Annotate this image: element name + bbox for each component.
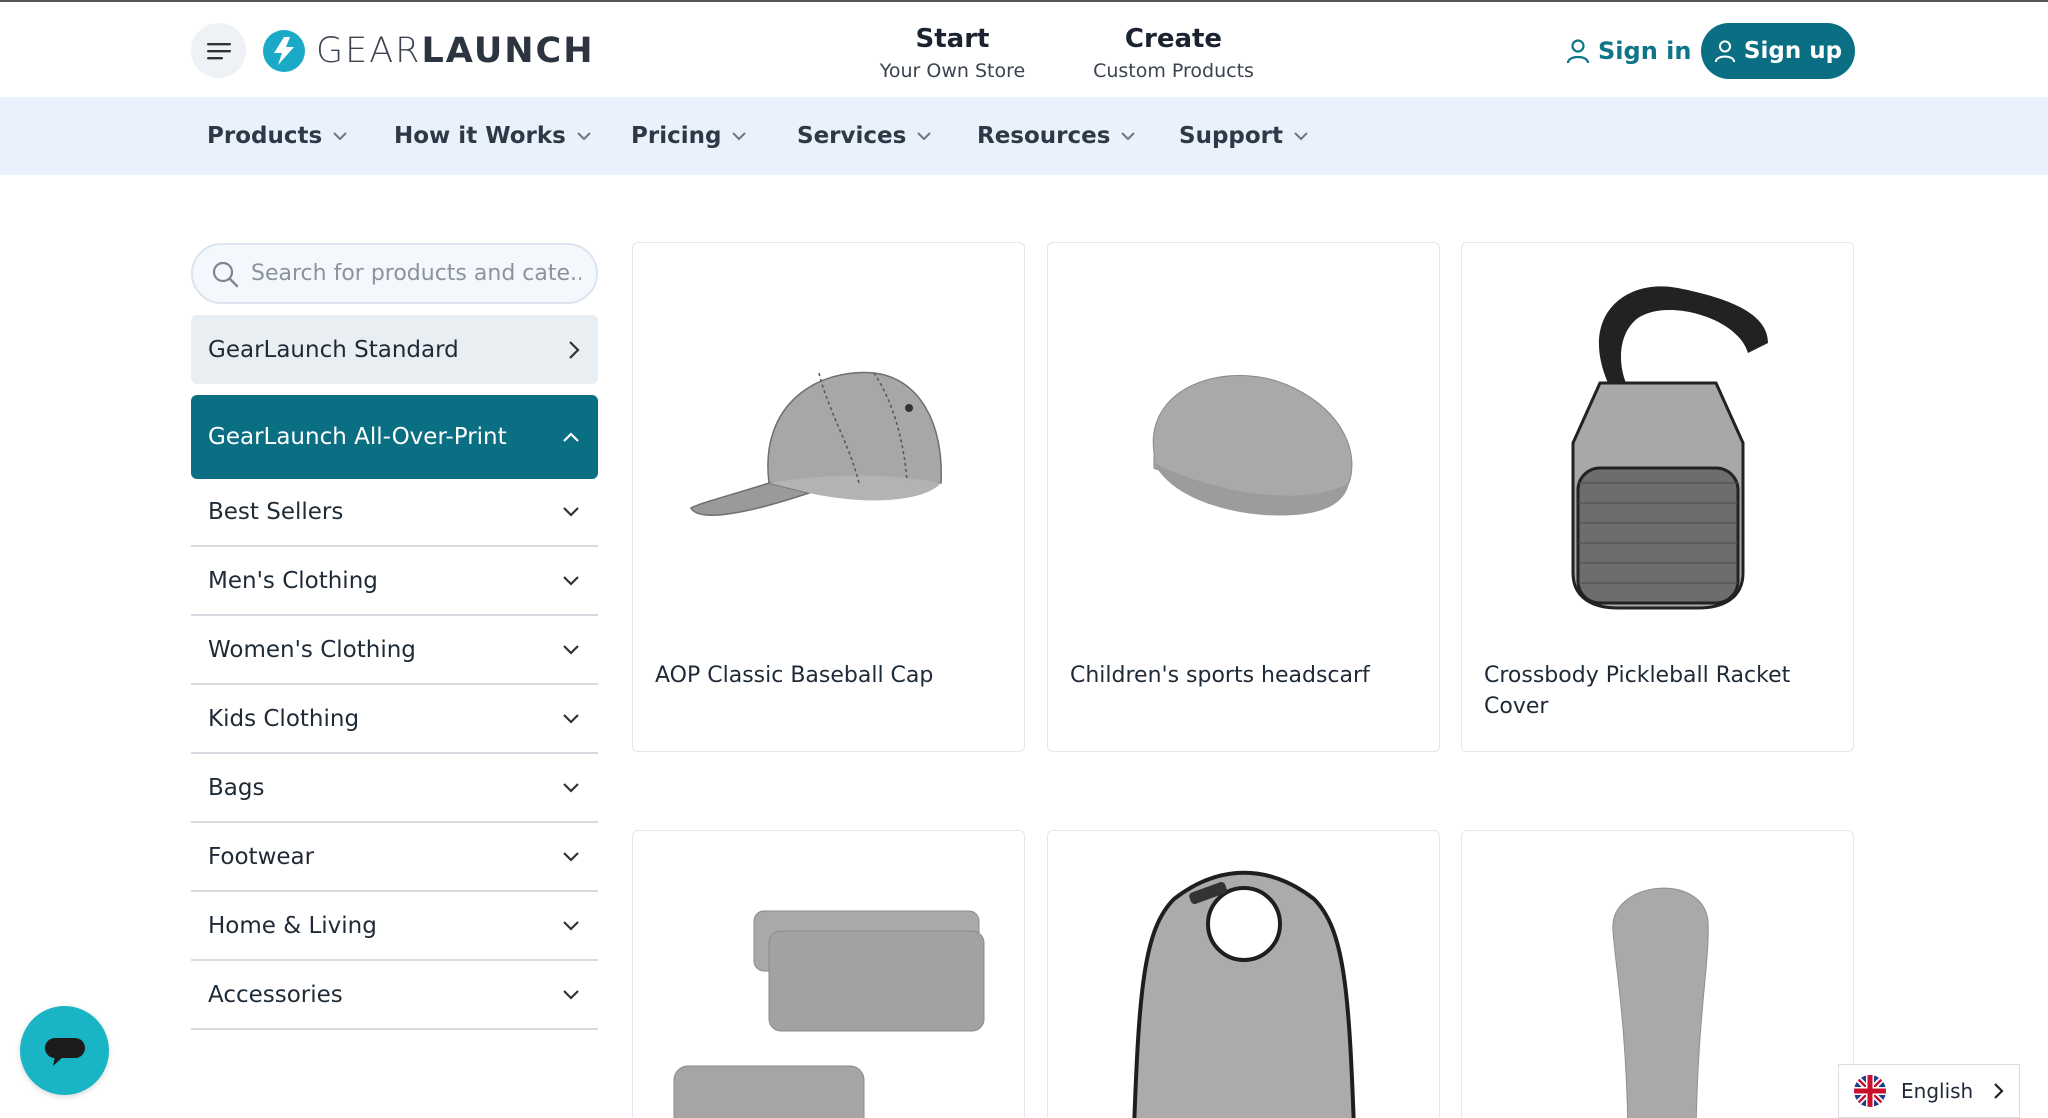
- logo-text-bold: LAUNCH: [421, 31, 595, 71]
- category-footwear[interactable]: Footwear: [191, 823, 598, 892]
- category-best-sellers[interactable]: Best Sellers: [191, 478, 598, 547]
- product-card[interactable]: [1047, 830, 1440, 1118]
- standard-label: GearLaunch Standard: [208, 336, 459, 363]
- nav-services[interactable]: Services: [797, 97, 932, 175]
- category-label: Footwear: [208, 843, 315, 870]
- gearlaunch-logo-icon: [263, 30, 305, 72]
- chat-button[interactable]: [20, 1006, 109, 1095]
- racket-cover-image: [1462, 243, 1853, 643]
- uk-flag-icon: [1854, 1075, 1886, 1107]
- gearlaunch-aop-toggle[interactable]: GearLaunch All-Over-Print: [191, 395, 598, 479]
- category-label: Men's Clothing: [208, 567, 378, 594]
- category-womens-clothing[interactable]: Women's Clothing: [191, 616, 598, 685]
- baseball-cap-image: [633, 243, 1024, 643]
- nav-support-label: Support: [1179, 123, 1284, 149]
- start-store-link[interactable]: Start Your Own Store: [870, 22, 1035, 86]
- chevron-down-icon: [577, 132, 591, 141]
- chevron-down-icon: [563, 989, 579, 1000]
- main-nav: Products How it Works Pricing Services R…: [0, 97, 2048, 175]
- category-label: Women's Clothing: [208, 636, 416, 663]
- gearlaunch-logo[interactable]: GEARLAUNCH: [262, 28, 595, 74]
- product-name: Crossbody Pickleball Racket Cover: [1484, 663, 1791, 719]
- pillows-image: [633, 831, 1024, 1118]
- headscarf-image: [1048, 243, 1439, 643]
- nav-products-label: Products: [207, 123, 323, 149]
- sign-up-button[interactable]: Sign up: [1701, 23, 1855, 79]
- create-products-link[interactable]: Create Custom Products: [1086, 22, 1261, 86]
- create-link-title: Create: [1124, 24, 1223, 54]
- nav-resources[interactable]: Resources: [977, 97, 1136, 175]
- gearlaunch-standard-toggle[interactable]: GearLaunch Standard: [191, 315, 598, 384]
- sign-in-label: Sign in: [1598, 37, 1692, 65]
- nav-how-it-works-label: How it Works: [394, 123, 566, 149]
- menu-icon: [206, 42, 231, 59]
- nav-resources-label: Resources: [977, 123, 1111, 149]
- category-kids-clothing[interactable]: Kids Clothing: [191, 685, 598, 754]
- nav-pricing[interactable]: Pricing: [631, 97, 747, 175]
- product-name: Children's sports headscarf: [1070, 663, 1370, 688]
- chevron-down-icon: [563, 506, 579, 517]
- user-icon: [1714, 40, 1736, 63]
- chevron-right-icon: [1994, 1083, 2004, 1099]
- chat-icon: [44, 1037, 85, 1066]
- language-label: English: [1901, 1079, 1974, 1103]
- chevron-down-icon: [563, 644, 579, 655]
- sign-up-label: Sign up: [1743, 38, 1843, 64]
- chevron-down-icon: [1121, 132, 1136, 141]
- chevron-down-icon: [563, 575, 579, 586]
- bib-image: [1048, 831, 1439, 1118]
- product-card[interactable]: [1461, 830, 1854, 1118]
- category-label: Bags: [208, 774, 265, 801]
- product-card[interactable]: [632, 830, 1025, 1118]
- search-input[interactable]: [251, 261, 581, 286]
- product-card[interactable]: AOP Classic Baseball Cap: [632, 242, 1025, 752]
- nav-services-label: Services: [797, 123, 907, 149]
- chevron-down-icon: [1294, 132, 1308, 141]
- logo-text-light: GEAR: [316, 31, 422, 71]
- chevron-up-icon: [563, 432, 579, 442]
- top-header: GEARLAUNCH Start Your Own Store Create C…: [0, 0, 2048, 97]
- create-link-subtitle: Custom Products: [1093, 60, 1254, 82]
- product-card[interactable]: Crossbody Pickleball Racket Cover: [1461, 242, 1854, 752]
- category-label: Kids Clothing: [208, 705, 360, 732]
- chevron-down-icon: [333, 132, 347, 141]
- sign-in-link[interactable]: Sign in: [1566, 32, 1691, 70]
- start-link-title: Start: [915, 24, 990, 54]
- category-mens-clothing[interactable]: Men's Clothing: [191, 547, 598, 616]
- category-label: Best Sellers: [208, 498, 344, 525]
- nav-products[interactable]: Products: [207, 97, 348, 175]
- chevron-down-icon: [563, 713, 579, 724]
- nav-pricing-label: Pricing: [631, 123, 722, 149]
- chevron-down-icon: [563, 851, 579, 862]
- language-selector[interactable]: English: [1838, 1064, 2020, 1118]
- aop-label: GearLaunch All-Over-Print: [208, 424, 507, 450]
- chevron-down-icon: [563, 920, 579, 931]
- nav-how-it-works[interactable]: How it Works: [394, 97, 592, 175]
- product-name: AOP Classic Baseball Cap: [655, 663, 934, 688]
- category-label: Home & Living: [208, 912, 377, 939]
- product-card[interactable]: Children's sports headscarf: [1047, 242, 1440, 752]
- category-bags[interactable]: Bags: [191, 754, 598, 823]
- user-icon: [1566, 39, 1590, 64]
- logo-wordmark: GEARLAUNCH: [316, 31, 595, 71]
- golf-headcover-image: [1462, 831, 1853, 1118]
- category-label: Accessories: [208, 981, 343, 1008]
- chevron-down-icon: [563, 782, 579, 793]
- chevron-right-icon: [569, 340, 580, 359]
- chevron-down-icon: [732, 132, 747, 141]
- category-home-living[interactable]: Home & Living: [191, 892, 598, 961]
- start-link-subtitle: Your Own Store: [879, 60, 1026, 82]
- nav-support[interactable]: Support: [1179, 97, 1309, 175]
- product-search: [191, 243, 598, 304]
- category-accessories[interactable]: Accessories: [191, 961, 598, 1030]
- chevron-down-icon: [917, 132, 932, 141]
- search-icon: [212, 261, 239, 287]
- hamburger-menu-button[interactable]: [191, 23, 246, 78]
